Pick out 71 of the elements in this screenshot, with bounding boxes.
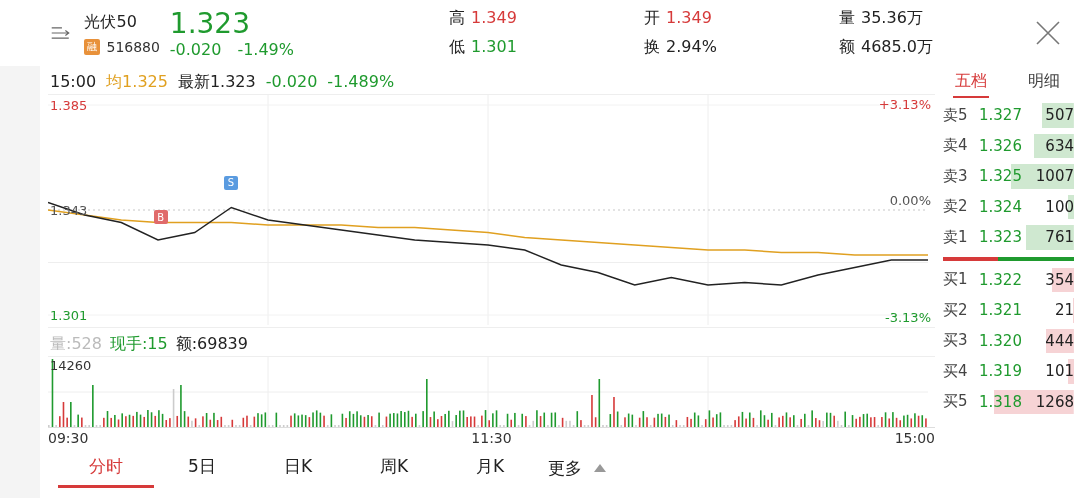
current-price: 1.323 <box>169 7 251 40</box>
time-axis-label: 11:30 <box>471 430 512 448</box>
bid-level-label: 买2 <box>943 300 969 320</box>
bid-level-label: 买5 <box>943 392 969 412</box>
bid-volume: 101 <box>1045 362 1074 381</box>
period-tab[interactable]: 日K <box>250 448 346 488</box>
price-change: -0.020 <box>169 39 222 59</box>
period-tab[interactable]: 周K <box>346 448 442 488</box>
ask-volume: 1007 <box>1035 167 1074 186</box>
ask-price: 1.325 <box>979 167 1023 186</box>
period-tab[interactable]: 月K <box>442 448 538 488</box>
stat-item: 高 1.349 <box>449 8 518 29</box>
ask-volume: 761 <box>1045 228 1074 247</box>
average-price: 均1.325 <box>106 72 168 93</box>
bid-volume: 1268 <box>1035 392 1074 411</box>
stat-item: 量 35.36万 <box>839 8 924 29</box>
bid-level-label: 买3 <box>943 331 969 351</box>
bid-volume: 444 <box>1045 331 1074 350</box>
time-axis-label: 15:00 <box>894 430 935 448</box>
price-change-percent: -1.49% <box>237 39 294 59</box>
ask-volume: 634 <box>1045 136 1074 155</box>
chart-change: -0.020 <box>265 72 318 93</box>
ask-volume: 100 <box>1045 197 1074 216</box>
percent-axis-label: 0.00% <box>889 193 931 208</box>
ask-level-label: 卖3 <box>943 166 969 186</box>
bid-level-label: 买1 <box>943 270 969 290</box>
ask-price: 1.323 <box>979 228 1023 247</box>
bid-price: 1.322 <box>979 270 1023 289</box>
stock-code: 516880 <box>106 38 160 55</box>
bid-level-label: 买4 <box>943 361 969 381</box>
bid-price: 1.319 <box>979 362 1023 381</box>
percent-axis-label: +3.13% <box>878 97 931 112</box>
sell-marker: S <box>224 175 238 190</box>
stock-name: 光伏50 <box>84 11 138 33</box>
stat-item: 开 1.349 <box>644 8 713 29</box>
buy-marker: B <box>153 210 168 224</box>
order-book-tab[interactable]: 明细 <box>1025 68 1062 98</box>
more-button[interactable]: 更多 <box>538 448 616 488</box>
bid-volume: 21 <box>1054 301 1074 320</box>
volume-label: 量:528 <box>50 334 102 355</box>
caret-icon <box>594 464 606 472</box>
price-axis-label: 1.385 <box>50 97 88 113</box>
ask-level-label: 卖4 <box>943 136 969 156</box>
menu-icon[interactable] <box>50 24 71 42</box>
chart-change-percent: -1.489% <box>327 72 395 93</box>
stat-item: 额 4685.0万 <box>839 37 934 58</box>
order-book-tab[interactable]: 五档 <box>953 68 990 98</box>
bid-price: 1.321 <box>979 301 1023 320</box>
stat-item: 换 2.94% <box>644 37 718 58</box>
ask-price: 1.326 <box>979 136 1023 155</box>
percent-axis-label: -3.13% <box>885 310 931 325</box>
period-tab[interactable]: 5日 <box>154 448 250 488</box>
price-axis-label: 1.301 <box>50 307 88 323</box>
time-axis-label: 09:30 <box>48 430 89 448</box>
latest-price: 最新1.323 <box>177 72 256 93</box>
ask-volume: 507 <box>1045 106 1074 125</box>
ask-level-label: 卖5 <box>943 105 969 125</box>
time-label: 15:00 <box>50 72 97 93</box>
margin-badge: 融 <box>84 38 101 55</box>
ask-price: 1.324 <box>979 197 1023 216</box>
ask-level-label: 卖1 <box>943 227 969 247</box>
amount-label: 额:69839 <box>175 334 248 355</box>
stat-item: 低 1.301 <box>449 37 518 58</box>
ask-level-label: 卖2 <box>943 197 969 217</box>
close-button[interactable] <box>1034 19 1062 47</box>
ask-price: 1.327 <box>979 106 1023 125</box>
bid-price: 1.318 <box>979 392 1023 411</box>
bid-price: 1.320 <box>979 331 1023 350</box>
period-tab[interactable]: 分时 <box>58 448 154 488</box>
bid-volume: 354 <box>1045 270 1074 289</box>
hand-label: 现手:15 <box>109 334 168 355</box>
